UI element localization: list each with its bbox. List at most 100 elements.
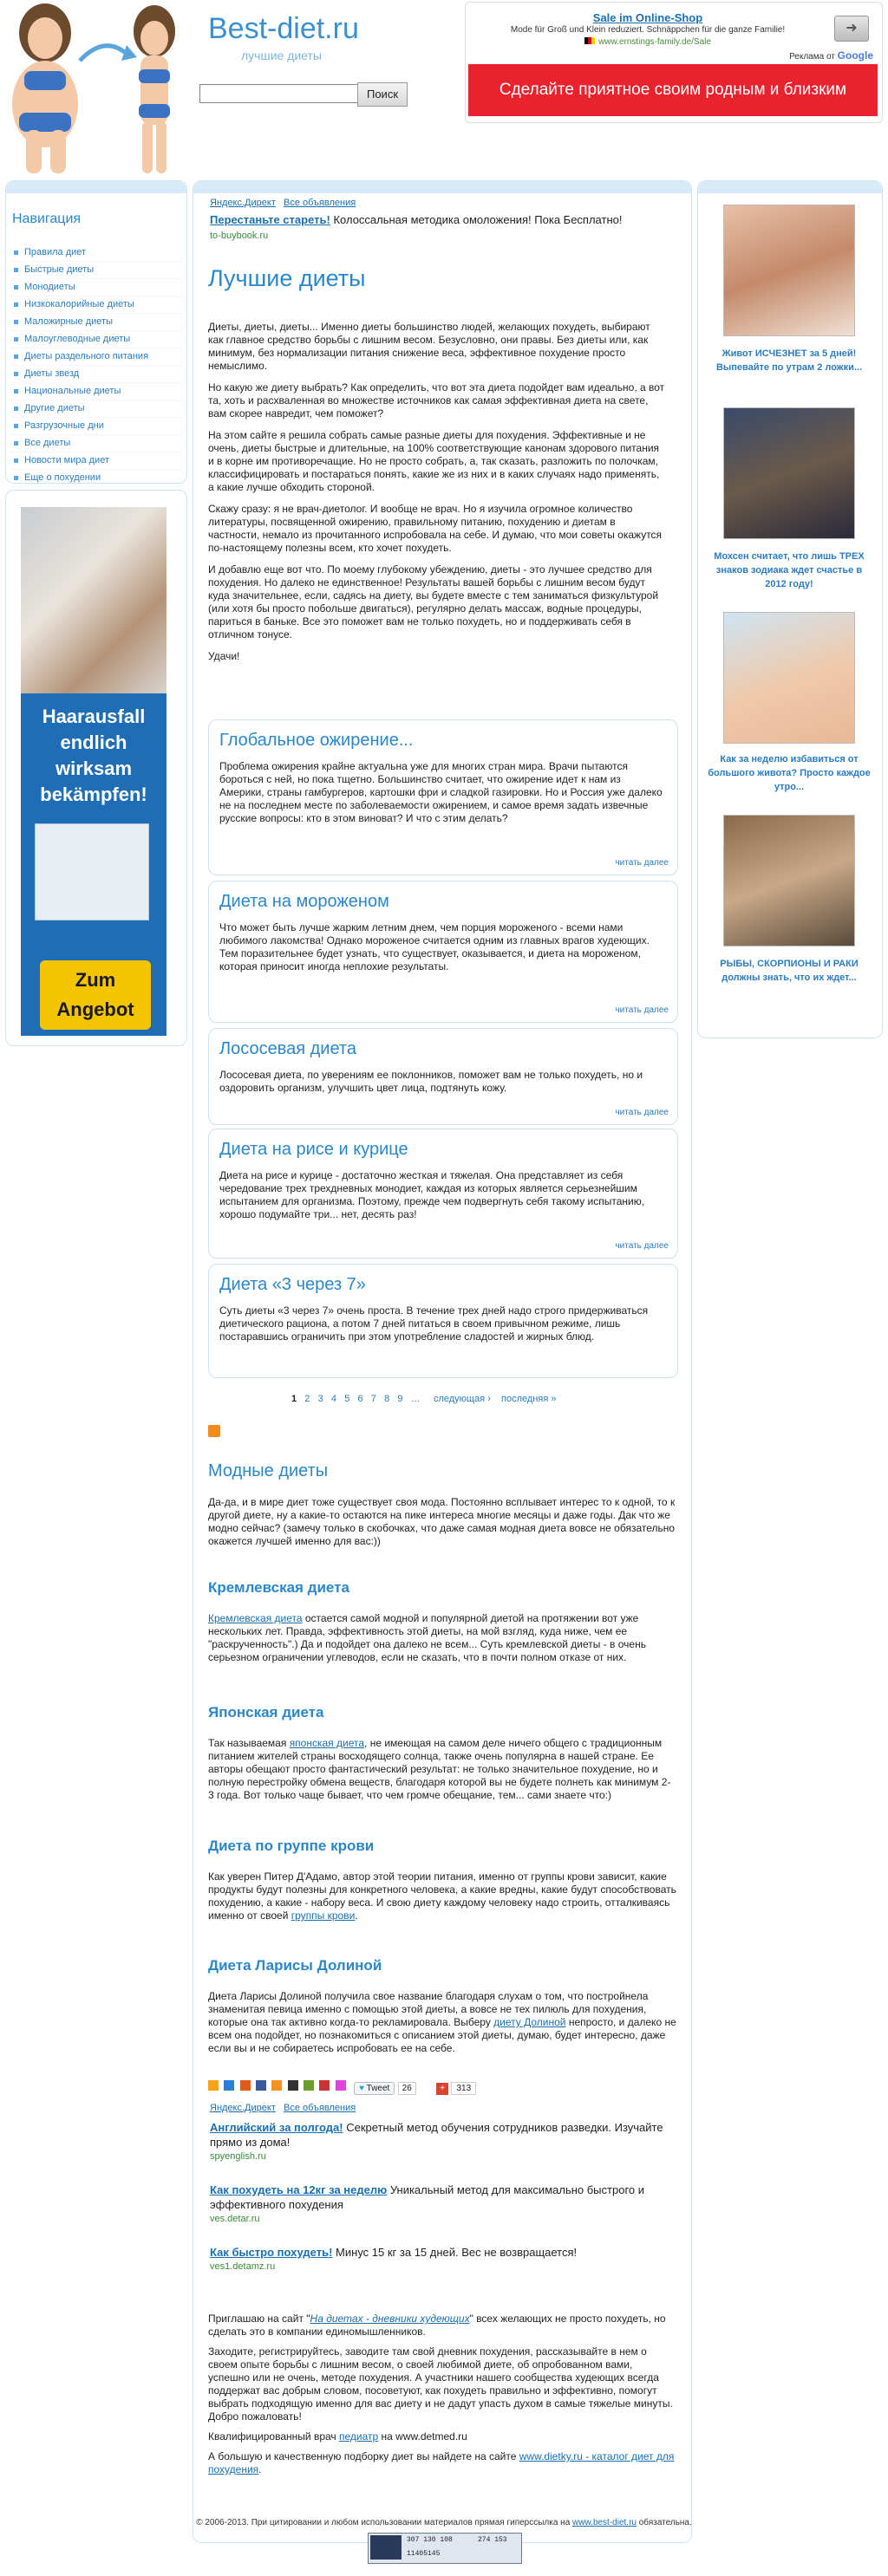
article-text: Проблема ожирения крайне актуальна уже д…	[219, 760, 663, 824]
nav-item[interactable]: Новости мира диет	[12, 452, 182, 470]
bottom-ad-link[interactable]: Как похудеть на 12кг за неделю	[210, 2183, 387, 2196]
ad-photo-man[interactable]	[21, 507, 166, 693]
yandex-direct-link[interactable]: Яндекс.Директ	[210, 2103, 276, 2113]
article-text: Суть диеты «3 через 7» очень проста. В т…	[219, 1304, 649, 1343]
article-title[interactable]: Диета на рисе и курице	[219, 1140, 408, 1160]
mailru-icon[interactable]	[239, 2080, 251, 2091]
article-title[interactable]: Диета «3 через 7»	[219, 1275, 366, 1295]
page-link[interactable]: 6	[357, 1394, 362, 1404]
nav-item[interactable]: Все диеты	[12, 435, 182, 452]
vk-icon[interactable]	[224, 2080, 235, 2091]
bottom-ad: Как похудеть на 12кг за неделю Уникальны…	[210, 2182, 669, 2227]
top-promo-link[interactable]: Перестаньте стареть!	[210, 213, 330, 226]
plus-icon[interactable]: +	[436, 2083, 449, 2095]
bookmark-icon[interactable]	[208, 2080, 219, 2091]
nav-item[interactable]: Разгрузочные дни	[12, 418, 182, 435]
bottom-ad-url[interactable]: ves.detar.ru	[210, 2212, 669, 2227]
nav-item[interactable]: Диеты раздельного питания	[12, 348, 182, 366]
right-ad-caption[interactable]: Мохсен считает, что лишь ТРЕХ знаков зод…	[706, 550, 872, 591]
visitor-counter[interactable]: 307 130 108 274 153 11405145	[368, 2533, 522, 2564]
nav-item[interactable]: Диеты звезд	[12, 366, 182, 383]
counter-value: 274 153	[478, 2536, 507, 2544]
nav-item[interactable]: Национальные диеты	[12, 383, 182, 400]
next-page-link[interactable]: следующая ›	[434, 1394, 491, 1404]
read-more-link[interactable]: читать далее	[615, 1108, 669, 1117]
nav-item[interactable]: Монодиеты	[12, 279, 182, 296]
section-link[interactable]: японская диета	[290, 1737, 364, 1749]
read-more-link[interactable]: читать далее	[615, 1241, 669, 1251]
article-title[interactable]: Диета на мороженом	[219, 892, 389, 912]
page-link[interactable]: 5	[344, 1394, 349, 1404]
fashion-intro: Да-да, и в мире диет тоже существует сво…	[208, 1496, 676, 1547]
section-link[interactable]: Кремлевская диета	[208, 1612, 303, 1624]
nav-item[interactable]: Другие диеты	[12, 400, 182, 418]
top-promo-url[interactable]: to-buybook.ru	[210, 231, 268, 241]
page-link[interactable]: 4	[331, 1394, 336, 1404]
bottom-ad-url[interactable]: ves1.detamz.ru	[210, 2260, 669, 2274]
page-link[interactable]: 8	[384, 1394, 389, 1404]
article-text: Лососевая диета, по уверениям ее поклонн…	[219, 1069, 643, 1094]
top-ad-url[interactable]: www.ernstings-family.de/Sale	[466, 37, 830, 47]
bottom-ad-text: Минус 15 кг за 15 дней. Вес не возвращае…	[332, 2246, 578, 2259]
nav-item[interactable]: Маложирные диеты	[12, 314, 182, 331]
facebook-icon[interactable]	[256, 2080, 267, 2091]
zum-angebot-button[interactable]: Zum Angebot	[40, 960, 151, 1030]
google-icon[interactable]	[304, 2080, 315, 2091]
article-title[interactable]: Глобальное ожирение...	[219, 731, 414, 751]
section-link[interactable]: диету Долиной	[493, 2016, 565, 2028]
article-card: Диета на мороженом Что может быть лучше …	[208, 881, 678, 1023]
nav-item[interactable]: Еще о похудении	[12, 470, 182, 487]
yandex-icon[interactable]	[319, 2080, 330, 2091]
all-ads-link[interactable]: Все объявления	[284, 198, 356, 208]
intro-paragraph: Диеты, диеты, диеты... Именно диеты боль…	[208, 321, 650, 372]
read-more-link[interactable]: читать далее	[615, 858, 669, 868]
odnoklassniki-icon[interactable]	[271, 2080, 283, 2091]
search-input[interactable]	[199, 84, 361, 103]
page-current: 1	[291, 1394, 297, 1404]
right-ad-caption[interactable]: Как за неделю избавиться от большого жив…	[706, 752, 872, 794]
nav-item[interactable]: Малоуглеводные диеты	[12, 331, 182, 348]
page-link[interactable]: 7	[371, 1394, 376, 1404]
intro-paragraph: И добавлю еще вот что. По моему глубоком…	[208, 563, 659, 641]
ad-image-waist[interactable]	[723, 612, 855, 744]
diary-site-link[interactable]: На диетах - дневники худеющих	[310, 2313, 470, 2325]
tweet-button[interactable]: ♥ Tweet	[354, 2082, 395, 2095]
next-arrow-icon[interactable]: ➜	[834, 16, 869, 42]
footer-site-link[interactable]: www.best-diet.ru	[572, 2518, 637, 2527]
fashion-title: Модные диеты	[208, 1461, 329, 1480]
pediatr-link[interactable]: педиатр	[339, 2430, 378, 2443]
nav-item[interactable]: Правила диет	[12, 244, 182, 262]
bottom-ad-link[interactable]: Английский за полгода!	[210, 2121, 343, 2134]
more-icon[interactable]	[335, 2080, 346, 2091]
page-link[interactable]: 9	[397, 1394, 402, 1404]
rss-icon[interactable]	[208, 1425, 220, 1437]
bottom-ad-url[interactable]: spyenglish.ru	[210, 2150, 669, 2164]
right-ad-caption[interactable]: Живот ИСЧЕЗНЕТ за 5 дней! Выпевайте по у…	[706, 347, 872, 374]
ad-by-google[interactable]: Реклама от Google	[789, 49, 873, 62]
ad-image-astrologer[interactable]	[723, 407, 855, 539]
nav-item[interactable]: Низкокалорийные диеты	[12, 296, 182, 314]
livejournal-icon[interactable]	[287, 2080, 298, 2091]
page-link[interactable]: 2	[304, 1394, 310, 1404]
counter-value: 11405145	[407, 2550, 441, 2558]
search-button[interactable]: Поиск	[357, 82, 408, 107]
header: Best-diet.ru лучшие диеты Поиск Sale im …	[0, 0, 888, 178]
ad-image-man[interactable]	[723, 815, 855, 946]
yandex-direct-link[interactable]: Яндекс.Директ	[210, 198, 276, 208]
bottom-ad-link[interactable]: Как быстро похудеть!	[210, 2246, 332, 2259]
read-more-link[interactable]: читать далее	[615, 1005, 669, 1015]
top-ad-title[interactable]: Sale im Online-Shop	[593, 11, 702, 24]
all-ads-link[interactable]: Все объявления	[284, 2103, 356, 2113]
article-title[interactable]: Лососевая диета	[219, 1039, 356, 1059]
promo-banner[interactable]: Сделайте приятное своим родным и близким	[468, 64, 878, 116]
last-page-link[interactable]: последняя »	[501, 1394, 556, 1404]
section-link[interactable]: группы крови	[291, 1909, 356, 1922]
product-boxes-image	[35, 823, 149, 920]
right-ad-caption[interactable]: РЫБЫ, СКОРПИОНЫ И РАКИ должны знать, что…	[706, 957, 872, 985]
nav-item[interactable]: Быстрые диеты	[12, 262, 182, 279]
ad-image-belly[interactable]	[723, 205, 855, 336]
site-title[interactable]: Best-diet.ru	[208, 12, 359, 46]
invite-block: Приглашаю на сайт "На диетах - дневники …	[208, 2313, 676, 2476]
page-link[interactable]: 3	[318, 1394, 323, 1404]
counter-logo-icon	[370, 2535, 402, 2560]
